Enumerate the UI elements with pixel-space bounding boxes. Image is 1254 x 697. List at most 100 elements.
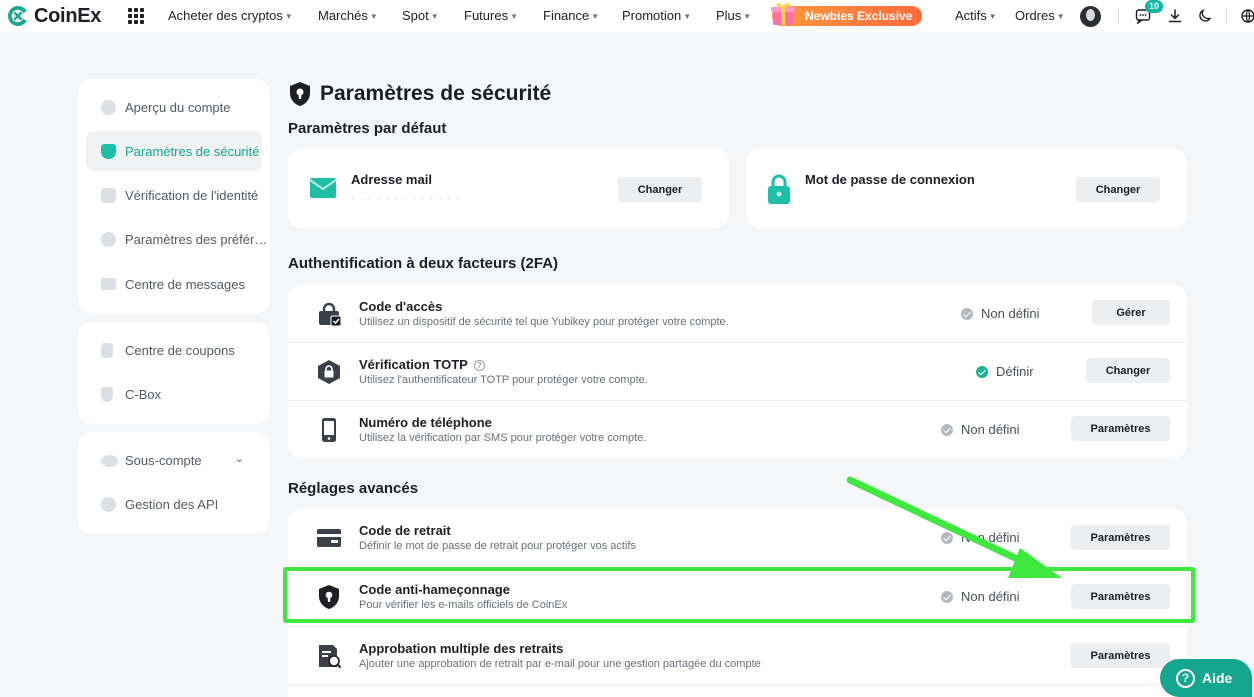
chevron-down-icon: ▼: [743, 12, 752, 21]
download-icon[interactable]: [1167, 8, 1183, 24]
table-row: Vérification TOTP? Utilisez l'authentifi…: [288, 343, 1187, 401]
status-check-icon: [941, 531, 953, 544]
status-check-icon: [941, 590, 953, 603]
table-row: Code de retrait Définir le mot de passe …: [288, 509, 1187, 567]
nav-assets[interactable]: Actifs ▼: [955, 8, 997, 23]
withdrawal-code-desc: Définir le mot de passe de retrait pour …: [359, 540, 636, 552]
lock-icon: [768, 174, 790, 204]
cbox-icon: [101, 387, 113, 402]
sidebar-item-api-management[interactable]: Gestion des API: [86, 484, 262, 524]
table-row: Approbation multiple des retraits Ajoute…: [288, 627, 1187, 685]
sidebar-group-rewards: Centre de coupons C-Box: [78, 322, 270, 424]
shield-icon: [290, 82, 310, 106]
twofa-card: Code d'accès Utilisez un dispositif de s…: [288, 285, 1187, 458]
sidebar-item-label: Paramètres de sécurité: [125, 144, 260, 159]
multi-approval-document-icon: [319, 645, 342, 669]
sidebar-item-message-center[interactable]: Centre de messages: [86, 264, 262, 304]
help-question-icon[interactable]: ?: [473, 360, 485, 371]
nav-spot[interactable]: Spot ▼: [402, 8, 439, 23]
subaccount-icon: [101, 455, 118, 467]
anti-phishing-desc: Pour vérifier les e-mails officiels de C…: [359, 599, 568, 611]
advanced-card: Code de retrait Définir le mot de passe …: [288, 509, 1187, 697]
newbies-exclusive-label: Newbies Exclusive: [805, 9, 913, 23]
status-check-icon: [961, 307, 973, 320]
chevron-down-icon: ▼: [284, 12, 293, 21]
status-label: Non défini: [961, 422, 1020, 437]
anti-phishing-settings-button[interactable]: Paramètres: [1071, 584, 1170, 609]
password-card: Mot de passe de connexion Changer: [746, 149, 1187, 228]
sidebar-item-account-overview[interactable]: Aperçu du compte: [86, 87, 262, 127]
gift-icon: [771, 3, 795, 25]
sidebar-item-cbox[interactable]: C-Box: [86, 374, 262, 414]
multi-approval-desc: Ajouter une approbation de retrait par e…: [359, 658, 761, 670]
coinex-logo-icon: [7, 5, 27, 26]
sidebar-item-label: Aperçu du compte: [125, 100, 231, 115]
sidebar-group-management: Sous-compte ⌄ Gestion des API: [78, 432, 270, 534]
nav-more[interactable]: Plus ▼: [716, 8, 751, 23]
nav-futures[interactable]: Futures ▼: [464, 8, 518, 23]
totp-status: Définir: [976, 364, 1034, 379]
sidebar-item-preferences[interactable]: Paramètres des préfér…: [86, 219, 267, 259]
chevron-down-icon: ▼: [683, 12, 692, 21]
totp-desc: Utilisez l'authentificateur TOTP pour pr…: [359, 374, 648, 386]
sidebar-item-identity-verification[interactable]: Vérification de l'identité: [86, 175, 262, 215]
help-label: Aide: [1202, 670, 1233, 686]
sidebar-item-label: Gestion des API: [125, 497, 219, 512]
newbies-exclusive-banner[interactable]: Newbies Exclusive: [771, 3, 922, 26]
preferences-icon: [101, 232, 116, 247]
status-label: Définir: [996, 364, 1034, 379]
sidebar-item-label: Centre de messages: [125, 277, 245, 292]
anti-phishing-title: Code anti-hameçonnage: [359, 582, 510, 597]
nav-finance[interactable]: Finance ▼: [543, 8, 599, 23]
status-label: Non défini: [961, 589, 1020, 604]
chevron-down-icon: ▼: [1056, 12, 1065, 21]
nav-promotion[interactable]: Promotion ▼: [622, 8, 691, 23]
page-title-wrap: Paramètres de sécurité: [288, 80, 551, 108]
sidebar-item-label: Paramètres des préfér…: [125, 232, 268, 247]
sidebar-item-security[interactable]: Paramètres de sécurité: [86, 131, 262, 171]
multi-approval-settings-button[interactable]: Paramètres: [1071, 643, 1170, 668]
apps-grid-icon[interactable]: [128, 8, 144, 24]
help-button[interactable]: ? Aide: [1160, 659, 1252, 697]
passkey-lock-icon: [319, 302, 342, 327]
status-label: Non défini: [961, 530, 1020, 545]
email-title: Adresse mail: [351, 172, 432, 187]
avatar[interactable]: [1080, 6, 1101, 27]
nav-divider: [1118, 9, 1119, 23]
table-row: Code d'accès Utilisez un dispositif de s…: [288, 285, 1187, 342]
change-password-button[interactable]: Changer: [1076, 177, 1160, 202]
globe-icon[interactable]: [1240, 8, 1254, 24]
totp-title: Vérification TOTP?: [359, 357, 485, 372]
multi-approval-title: Approbation multiple des retraits: [359, 641, 564, 656]
sidebar-item-label: Vérification de l'identité: [125, 188, 259, 203]
manage-passkey-button[interactable]: Gérer: [1092, 300, 1170, 325]
section-title-advanced: Réglages avancés: [288, 480, 419, 497]
top-navigation: CoinEx Acheter des cryptos ▼ Marchés ▼ Spo…: [0, 0, 1254, 32]
chevron-down-icon[interactable]: ⌄: [235, 452, 244, 465]
change-email-button[interactable]: Changer: [618, 177, 702, 202]
coupon-icon: [101, 343, 113, 358]
id-check-icon: [101, 188, 116, 203]
anti-phishing-shield-icon: [319, 585, 339, 609]
api-icon: [101, 497, 116, 512]
sidebar-item-label: Centre de coupons: [125, 343, 235, 358]
withdrawal-code-status: Non défini: [941, 530, 1020, 545]
nav-buy-crypto[interactable]: Acheter des cryptos ▼: [168, 8, 293, 23]
sidebar-item-coupon-center[interactable]: Centre de coupons: [86, 330, 262, 370]
withdrawal-code-title: Code de retrait: [359, 523, 451, 538]
withdrawal-code-settings-button[interactable]: Paramètres: [1071, 525, 1170, 550]
message-icon: [101, 278, 116, 290]
coinex-logo[interactable]: CoinEx: [6, 4, 101, 28]
sidebar-item-subaccount[interactable]: Sous-compte ⌄: [86, 440, 262, 480]
anti-phishing-status: Non défini: [941, 589, 1020, 604]
phone-settings-button[interactable]: Paramètres: [1071, 416, 1170, 441]
nav-markets[interactable]: Marchés ▼: [318, 8, 378, 23]
passkey-status: Non défini: [961, 306, 1040, 321]
dark-mode-moon-icon[interactable]: [1197, 8, 1213, 24]
nav-orders[interactable]: Ordres ▼: [1015, 8, 1065, 23]
table-row: Code anti-hameçonnage Pour vérifier les …: [288, 568, 1187, 626]
change-totp-button[interactable]: Changer: [1086, 358, 1170, 383]
sidebar-item-label: Sous-compte: [125, 453, 202, 468]
phone-desc: Utilisez la vérification par SMS pour pr…: [359, 432, 647, 444]
chevron-down-icon: ▼: [369, 12, 378, 21]
